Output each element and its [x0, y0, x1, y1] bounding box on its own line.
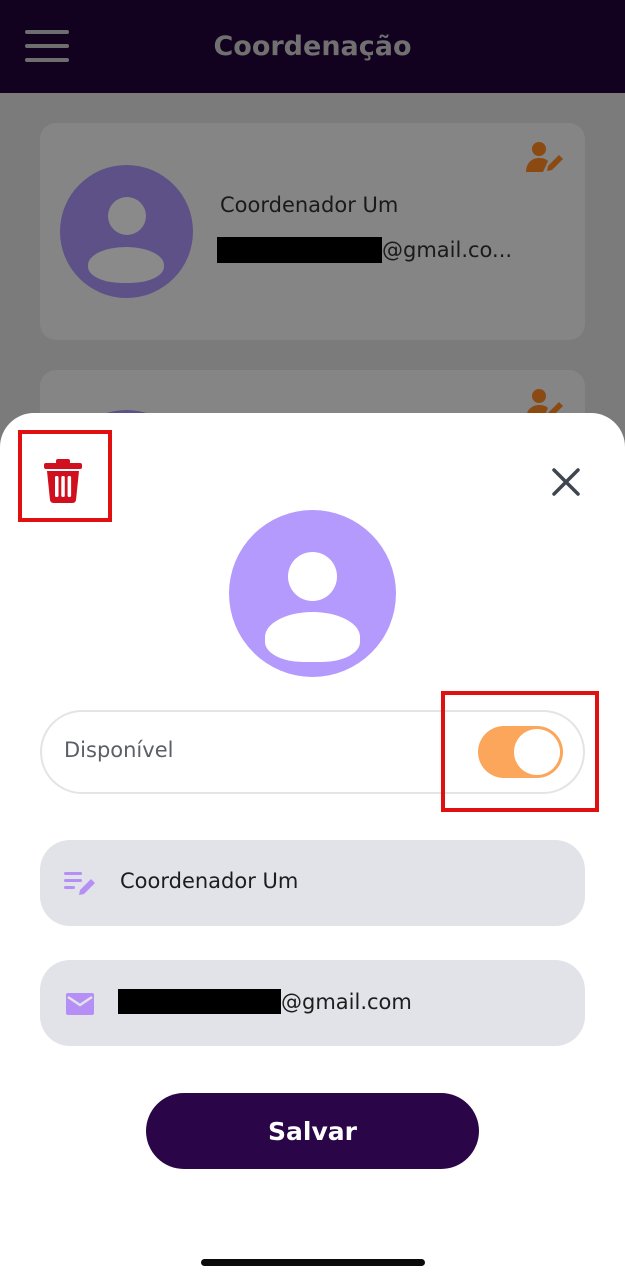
person-avatar-icon[interactable] [229, 510, 396, 677]
list-item[interactable]: Coordenador Um @gmail.co... [40, 123, 585, 340]
person-avatar-icon [60, 165, 193, 298]
availability-label: Disponível [64, 738, 174, 762]
save-button[interactable]: Salvar [146, 1093, 479, 1169]
user-edit-icon[interactable] [525, 141, 565, 173]
home-indicator[interactable] [201, 1259, 425, 1266]
email-input-value: @gmail.com [118, 989, 412, 1014]
page-title: Coordenação [213, 31, 412, 62]
name-input-value: Coordenador Um [120, 869, 299, 893]
edit-coordinator-sheet: Disponível Coordenador Um @gmail.com Sal… [0, 413, 625, 1280]
mail-icon [66, 993, 94, 1015]
email-suffix: @gmail.com [281, 989, 412, 1014]
toggle-highlight-box [441, 691, 599, 812]
redacted-text [118, 989, 281, 1014]
email-suffix: @gmail.co... [382, 238, 513, 262]
hamburger-menu-icon[interactable] [25, 30, 69, 62]
redacted-text [217, 237, 382, 263]
edit-note-icon [64, 872, 95, 895]
close-icon[interactable] [547, 463, 585, 501]
app-bar: Coordenação [0, 0, 625, 93]
coordinator-name: Coordenador Um [220, 193, 399, 217]
name-field[interactable]: Coordenador Um [40, 840, 585, 926]
email-field[interactable]: @gmail.com [40, 960, 585, 1046]
delete-highlight-box [18, 430, 112, 522]
coordinator-email: @gmail.co... [217, 237, 512, 263]
